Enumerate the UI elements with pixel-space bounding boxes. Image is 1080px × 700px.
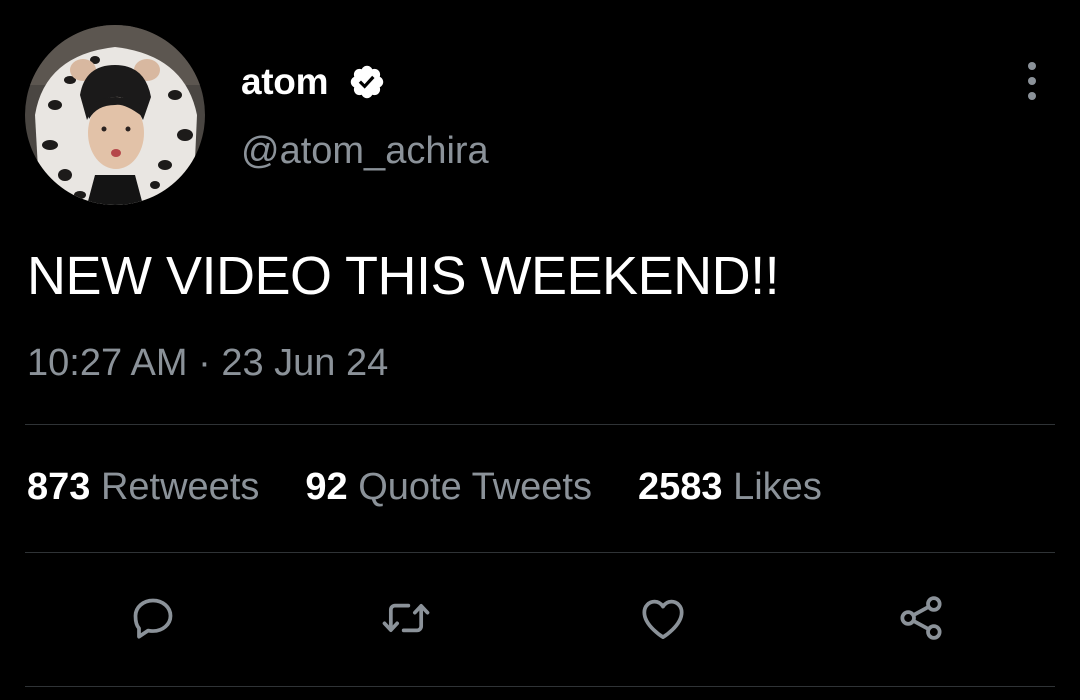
quote-tweets-stat[interactable]: 92 Quote Tweets <box>305 466 592 509</box>
profile-photo-icon <box>25 25 205 205</box>
divider <box>25 686 1055 687</box>
likes-label: Likes <box>733 466 822 508</box>
likes-count: 2583 <box>638 466 723 508</box>
retweets-stat[interactable]: 873 Retweets <box>27 466 259 509</box>
reply-icon <box>133 598 173 639</box>
tweet-text: NEW VIDEO THIS WEEKEND!! <box>27 246 780 306</box>
quote-tweets-label: Quote Tweets <box>358 466 592 508</box>
engagement-stats: 873 Retweets 92 Quote Tweets 2583 Likes <box>27 466 822 509</box>
more-dot-icon <box>1028 62 1036 70</box>
share-button[interactable] <box>893 590 949 646</box>
author-name-row: atom <box>241 58 386 106</box>
reply-button[interactable] <box>125 590 181 646</box>
like-button[interactable] <box>635 590 691 646</box>
user-handle[interactable]: @atom_achira <box>241 130 489 173</box>
divider <box>25 552 1055 553</box>
share-icon <box>900 596 942 640</box>
retweets-label: Retweets <box>100 466 260 508</box>
retweet-icon <box>382 603 430 633</box>
retweets-count: 873 <box>27 466 91 508</box>
retweet-button[interactable] <box>378 590 434 646</box>
likes-stat[interactable]: 2583 Likes <box>638 466 822 509</box>
tweet-detail: atom @atom_achira NEW VIDEO THIS WEEKEND… <box>0 0 1080 700</box>
divider <box>25 424 1055 425</box>
more-options-button[interactable] <box>1012 56 1052 106</box>
tweet-timestamp: 10:27 AM · 23 Jun 24 <box>27 342 389 384</box>
verified-badge-icon <box>348 63 386 101</box>
more-dot-icon <box>1028 77 1036 85</box>
quote-tweets-count: 92 <box>305 466 348 508</box>
display-name[interactable]: atom <box>241 61 329 103</box>
more-dot-icon <box>1028 92 1036 100</box>
avatar[interactable] <box>25 25 205 205</box>
heart-icon <box>642 599 684 639</box>
